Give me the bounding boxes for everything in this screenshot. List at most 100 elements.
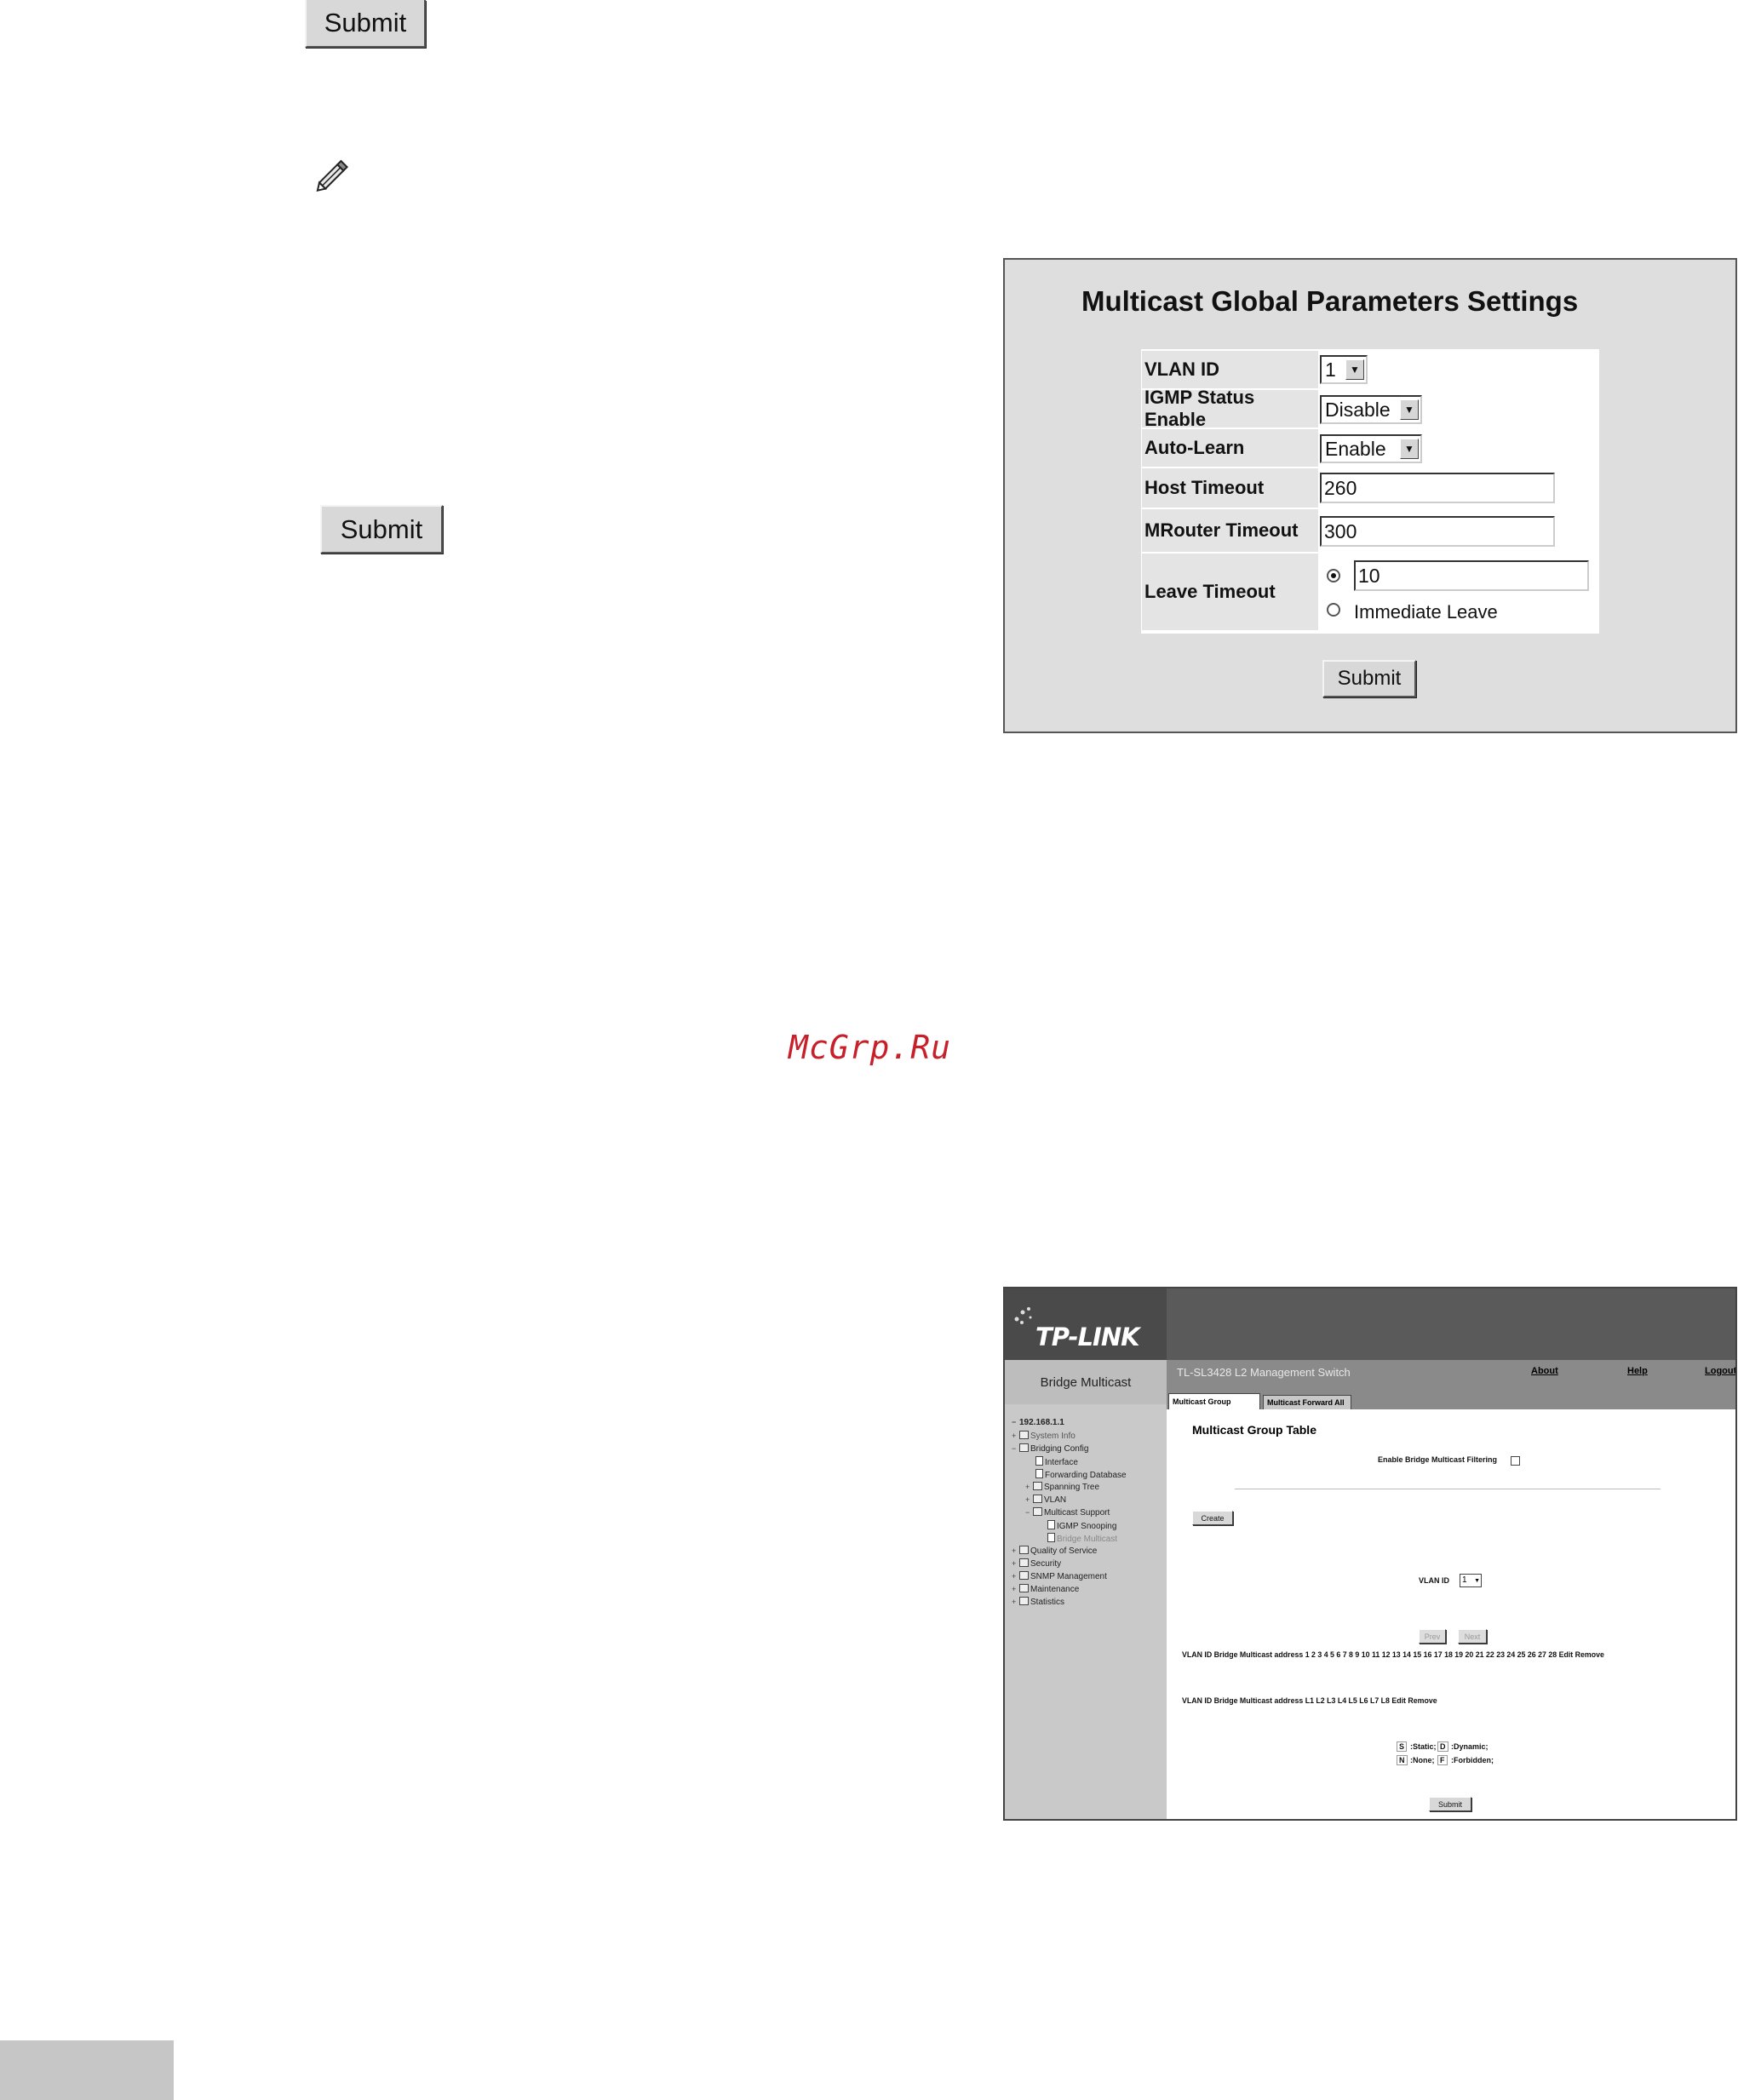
page-icon bbox=[1035, 1469, 1043, 1478]
tplink-logo: TP-LINK bbox=[1035, 1323, 1140, 1351]
help-link[interactable]: Help bbox=[1627, 1366, 1648, 1376]
content-title: Multicast Group Table bbox=[1192, 1423, 1316, 1437]
folder-icon bbox=[1019, 1584, 1029, 1592]
vlan-id-value: 1 bbox=[1462, 1575, 1467, 1585]
plus-icon: + bbox=[1012, 1572, 1017, 1581]
panel-title: Multicast Global Parameters Settings bbox=[1081, 285, 1579, 317]
tree-item-security[interactable]: + Security bbox=[1012, 1558, 1061, 1569]
folder-icon bbox=[1033, 1507, 1042, 1516]
host-timeout-input[interactable]: 260 bbox=[1320, 473, 1555, 503]
create-button[interactable]: Create bbox=[1192, 1511, 1233, 1525]
minus-icon: − bbox=[1012, 1444, 1017, 1453]
tree-item-interface[interactable]: Interface bbox=[1035, 1456, 1078, 1467]
host-timeout-label: Host Timeout bbox=[1142, 468, 1318, 508]
legend-n: N bbox=[1397, 1755, 1408, 1765]
legend-dynamic: :Dynamic; bbox=[1451, 1742, 1488, 1751]
device-name: TL-SL3428 L2 Management Switch bbox=[1177, 1366, 1351, 1379]
submit-button-top[interactable]: Submit bbox=[305, 0, 426, 48]
legend-d: D bbox=[1437, 1741, 1448, 1752]
prev-button[interactable]: Prev bbox=[1419, 1629, 1446, 1644]
mrouter-timeout-input[interactable]: 300 bbox=[1320, 516, 1555, 547]
folder-icon bbox=[1033, 1495, 1042, 1503]
folder-icon bbox=[1019, 1443, 1029, 1452]
multicast-settings-form: VLAN ID 1 ▼ IGMP Status Enable Disable ▼… bbox=[1141, 349, 1599, 634]
tree-root[interactable]: −192.168.1.1 bbox=[1012, 1418, 1064, 1427]
tree-item-maintenance[interactable]: + Maintenance bbox=[1012, 1584, 1079, 1594]
plus-icon: + bbox=[1025, 1495, 1030, 1504]
tree-item-vlan[interactable]: + VLAN bbox=[1025, 1495, 1066, 1505]
submit-button[interactable]: Submit bbox=[1322, 660, 1416, 697]
igmp-status-select[interactable]: Disable ▼ bbox=[1320, 395, 1422, 424]
plus-icon: + bbox=[1012, 1559, 1017, 1568]
chevron-down-icon[interactable]: ▼ bbox=[1400, 399, 1419, 420]
multicast-global-panel: Multicast Global Parameters Settings VLA… bbox=[1003, 258, 1737, 733]
auto-learn-value: Enable bbox=[1325, 437, 1386, 460]
leave-timeout-label: Leave Timeout bbox=[1142, 554, 1318, 630]
watermark-text: McGrp.Ru bbox=[789, 1029, 952, 1066]
page-icon bbox=[1035, 1456, 1043, 1466]
auto-learn-select[interactable]: Enable ▼ bbox=[1320, 434, 1422, 463]
folder-icon bbox=[1019, 1597, 1029, 1605]
tree-item-spanning-tree[interactable]: + Spanning Tree bbox=[1025, 1482, 1099, 1492]
legend-f: F bbox=[1437, 1755, 1448, 1765]
vlan-id-label: VLAN ID bbox=[1142, 351, 1318, 388]
tree-item-forwarding-database[interactable]: Forwarding Database bbox=[1035, 1469, 1127, 1480]
folder-icon bbox=[1019, 1431, 1029, 1439]
enable-filtering-label: Enable Bridge Multicast Filtering bbox=[1378, 1455, 1498, 1464]
ports-table-header: VLAN ID Bridge Multicast address 1 2 3 4… bbox=[1182, 1650, 1604, 1659]
chevron-down-icon[interactable]: ▼ bbox=[1400, 439, 1419, 459]
auto-learn-label: Auto-Learn bbox=[1142, 429, 1318, 467]
folder-icon bbox=[1019, 1546, 1029, 1554]
sidebar-title: Bridge Multicast bbox=[1005, 1360, 1167, 1404]
page-footer-block bbox=[0, 2040, 174, 2100]
tplink-web-ui-screenshot: TP-LINK TL-SL3428 L2 Management Switch A… bbox=[1003, 1287, 1737, 1821]
tab-multicast-forward-all[interactable]: Multicast Forward All bbox=[1263, 1395, 1351, 1409]
tree-item-bridge-multicast[interactable]: Bridge Multicast bbox=[1047, 1533, 1117, 1544]
about-link[interactable]: About bbox=[1531, 1366, 1558, 1376]
submit-button[interactable]: Submit bbox=[1429, 1797, 1471, 1811]
legend-static: :Static; bbox=[1410, 1742, 1437, 1751]
chevron-down-icon[interactable]: ▼ bbox=[1345, 359, 1364, 380]
plus-icon: + bbox=[1012, 1585, 1017, 1593]
tree-item-snmp[interactable]: + SNMP Management bbox=[1012, 1571, 1107, 1581]
tree-item-bridging-config[interactable]: − Bridging Config bbox=[1012, 1443, 1088, 1454]
legend-none: :None; bbox=[1410, 1756, 1435, 1764]
tree-item-qos[interactable]: + Quality of Service bbox=[1012, 1546, 1097, 1556]
leave-timeout-value-radio[interactable] bbox=[1327, 569, 1340, 582]
minus-icon: − bbox=[1025, 1508, 1030, 1517]
page-icon bbox=[1047, 1520, 1055, 1529]
vlan-id-select[interactable]: 1 ▼ bbox=[1460, 1574, 1482, 1587]
plus-icon: + bbox=[1012, 1598, 1017, 1606]
tree-item-statistics[interactable]: + Statistics bbox=[1012, 1597, 1064, 1607]
tab-multicast-group[interactable]: Multicast Group bbox=[1168, 1393, 1260, 1409]
tree-item-multicast-support[interactable]: − Multicast Support bbox=[1025, 1507, 1110, 1518]
tree-item-system-info[interactable]: + System Info bbox=[1012, 1431, 1075, 1441]
minus-icon: − bbox=[1012, 1418, 1017, 1426]
vlan-id-label: VLAN ID bbox=[1419, 1576, 1449, 1585]
submit-button-middle[interactable]: Submit bbox=[320, 505, 443, 554]
igmp-status-value: Disable bbox=[1325, 398, 1391, 421]
legend-s: S bbox=[1397, 1741, 1408, 1752]
enable-filtering-checkbox[interactable] bbox=[1511, 1456, 1520, 1466]
vlan-id-value: 1 bbox=[1325, 358, 1336, 381]
mrouter-timeout-label: MRouter Timeout bbox=[1142, 509, 1318, 552]
vlan-id-select[interactable]: 1 ▼ bbox=[1320, 355, 1368, 384]
logout-link[interactable]: Logout bbox=[1705, 1366, 1735, 1376]
plus-icon: + bbox=[1012, 1546, 1017, 1555]
immediate-leave-label: Immediate Leave bbox=[1354, 601, 1498, 623]
tree-item-igmp-snooping[interactable]: IGMP Snooping bbox=[1047, 1520, 1116, 1531]
leave-timeout-input[interactable]: 10 bbox=[1354, 560, 1589, 591]
plus-icon: + bbox=[1025, 1483, 1030, 1491]
chevron-down-icon[interactable]: ▼ bbox=[1474, 1575, 1480, 1587]
page-icon bbox=[1047, 1533, 1055, 1542]
plus-icon: + bbox=[1012, 1432, 1017, 1440]
igmp-status-label: IGMP Status Enable bbox=[1142, 387, 1318, 430]
folder-icon bbox=[1033, 1482, 1042, 1490]
immediate-leave-radio[interactable] bbox=[1327, 603, 1340, 617]
folder-icon bbox=[1019, 1571, 1029, 1580]
lags-table-header: VLAN ID Bridge Multicast address L1 L2 L… bbox=[1182, 1696, 1437, 1705]
pencil-icon bbox=[316, 159, 348, 192]
legend-forbidden: :Forbidden; bbox=[1451, 1756, 1494, 1764]
next-button[interactable]: Next bbox=[1458, 1629, 1487, 1644]
folder-icon bbox=[1019, 1558, 1029, 1567]
